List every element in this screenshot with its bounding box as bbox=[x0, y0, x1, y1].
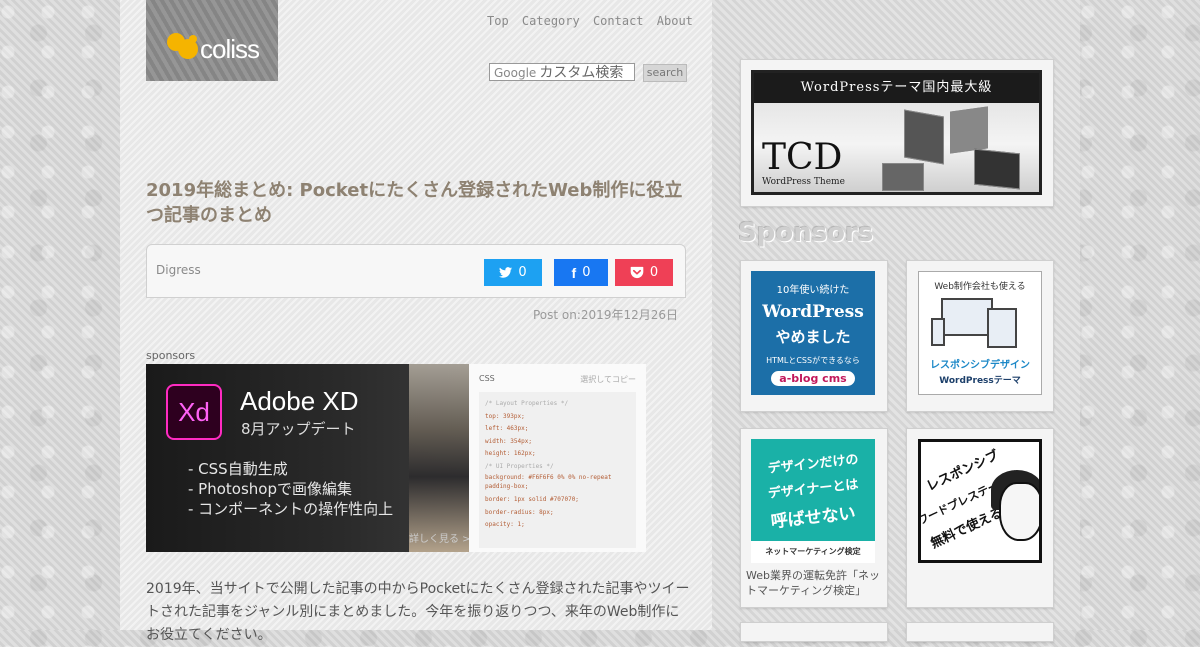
site-logo[interactable]: coliss bbox=[146, 0, 278, 81]
ad-feature: - コンポーネントの操作性向上 bbox=[188, 500, 394, 518]
banner-text: やめました bbox=[775, 328, 851, 346]
google-brand: Google bbox=[494, 66, 537, 80]
post-date: Post on:2019年12月26日 bbox=[533, 308, 678, 322]
code-line: background: #F6F6F6 0% 0% no-repeat padd… bbox=[485, 474, 612, 490]
post-meta-bar: Digress 0 f 0 0 bbox=[146, 244, 686, 298]
twitter-share-button[interactable]: 0 bbox=[484, 259, 542, 286]
code-line: top: 393px; bbox=[485, 412, 525, 420]
code-line: opacity: 1; bbox=[485, 521, 525, 528]
post-category-link[interactable]: Digress bbox=[156, 263, 201, 277]
ablogcms-logo: a-blog cms bbox=[771, 371, 855, 386]
tcd-small-text: WordPress Theme bbox=[762, 177, 845, 187]
sponsors-label: sponsors bbox=[146, 349, 196, 362]
net-marketing-banner[interactable]: デザインだけの デザイナーとは 呼ばせない ネットマーケティング検定 bbox=[751, 439, 875, 563]
nav-category[interactable]: Category bbox=[522, 14, 580, 28]
sponsors-heading: Sponsors bbox=[738, 218, 874, 248]
code-line: height: 162px; bbox=[485, 450, 536, 457]
banner-text: 呼ばせない bbox=[769, 503, 857, 533]
code-line: width: 354px; bbox=[485, 437, 532, 445]
logo-text: coliss bbox=[200, 34, 260, 64]
devices-illustration bbox=[919, 298, 1041, 348]
desktop-icon bbox=[941, 298, 993, 336]
sponsor-widget bbox=[906, 622, 1054, 642]
twitter-count: 0 bbox=[518, 265, 527, 280]
nav-top[interactable]: Top bbox=[487, 14, 509, 28]
code-line: left: 463px; bbox=[485, 425, 529, 432]
pocket-count: 0 bbox=[649, 265, 659, 280]
tcd-banner[interactable]: WordPressテーマ国内最大級 TCD WordPress Theme bbox=[751, 70, 1042, 195]
facebook-share-button[interactable]: f 0 bbox=[554, 259, 608, 286]
search-button[interactable]: search bbox=[643, 64, 687, 82]
banner-text: HTMLとCSSができるなら bbox=[766, 356, 860, 365]
screenshot-thumb bbox=[974, 148, 1020, 190]
tcd-logo-text: TCD bbox=[762, 137, 843, 178]
ad-feature: - Photoshopで画像編集 bbox=[188, 480, 352, 498]
screenshot-thumb bbox=[950, 106, 988, 154]
banner-text: Web制作会社も使える bbox=[934, 282, 1026, 292]
code-line: border-radius: 8px; bbox=[485, 508, 554, 516]
search-placeholder: カスタム検索 bbox=[539, 65, 624, 81]
search-input[interactable]: Google カスタム検索 bbox=[489, 63, 635, 81]
nav-about[interactable]: About bbox=[657, 14, 693, 28]
code-line: /* UI Properties */ bbox=[485, 462, 554, 470]
css-panel-copy: 選択してコピー bbox=[580, 375, 636, 384]
banner-text: WordPress bbox=[762, 302, 864, 322]
css-panel: CSS 選択してコピー /* Layout Properties */ top:… bbox=[469, 364, 646, 552]
adobe-xd-ad[interactable]: Xd Adobe XD 8月アップデート - CSS自動生成 - Photosh… bbox=[146, 364, 646, 552]
facebook-icon: f bbox=[571, 264, 577, 281]
ad-more-link[interactable]: 詳しく見る > bbox=[409, 530, 471, 545]
tablet-icon bbox=[987, 308, 1017, 348]
tcd-band-text: WordPressテーマ国内最大級 bbox=[754, 73, 1039, 103]
screenshot-thumb bbox=[904, 109, 944, 165]
sponsor-widget bbox=[740, 622, 888, 642]
free-theme-banner[interactable]: レスポンシブ ワードプレステーマが 無料で使える! bbox=[918, 439, 1042, 563]
pocket-icon bbox=[630, 266, 644, 279]
banner-caption[interactable]: Web業界の運転免許「ネットマーケティング検定」 bbox=[746, 568, 886, 598]
ablogcms-banner[interactable]: 10年使い続けた WordPress やめました HTMLとCSSができるなら … bbox=[751, 271, 875, 395]
manga-face bbox=[999, 482, 1039, 541]
pocket-save-button[interactable]: 0 bbox=[615, 259, 673, 286]
banner-footer: ネットマーケティング検定 bbox=[751, 541, 875, 563]
ad-photo bbox=[409, 364, 469, 552]
adobe-xd-logo: Xd bbox=[166, 384, 222, 440]
banner-text: WordPressテーマ bbox=[939, 376, 1021, 386]
post-title: 2019年総まとめ: Pocketにたくさん登録されたWeb制作に役立つ記事のま… bbox=[146, 180, 683, 226]
facebook-count: 0 bbox=[582, 265, 591, 280]
responsive-theme-banner[interactable]: Web制作会社も使える レスポンシブデザイン WordPressテーマ bbox=[918, 271, 1042, 395]
twitter-icon bbox=[499, 267, 513, 278]
banner-text: 10年使い続けた bbox=[776, 285, 850, 296]
ad-title: Adobe XD bbox=[240, 386, 359, 416]
css-code-block: /* Layout Properties */ top: 393px; left… bbox=[479, 392, 636, 548]
banner-text: レスポンシブデザイン bbox=[930, 360, 1030, 371]
top-nav: Top Category Contact About bbox=[487, 14, 699, 28]
ad-feature: - CSS自動生成 bbox=[188, 460, 288, 478]
post-excerpt: 2019年、当サイトで公開した記事の中からPocketにたくさん登録された記事や… bbox=[146, 581, 690, 643]
phone-icon bbox=[931, 318, 945, 346]
squirrel-icon bbox=[167, 33, 198, 59]
screenshot-thumb bbox=[882, 163, 924, 191]
nav-contact[interactable]: Contact bbox=[593, 14, 644, 28]
ad-subtitle: 8月アップデート bbox=[241, 420, 356, 438]
css-panel-title: CSS bbox=[479, 374, 495, 383]
code-line: border: 1px solid #707070; bbox=[485, 496, 579, 503]
code-line: /* Layout Properties */ bbox=[485, 400, 569, 407]
